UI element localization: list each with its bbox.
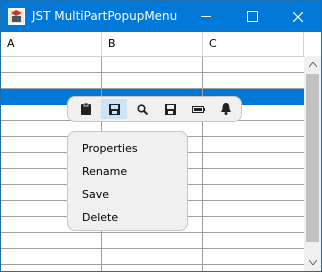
table-row[interactable] (1, 73, 304, 89)
bell-icon (221, 103, 231, 115)
clipboard-tool-button[interactable] (73, 99, 99, 119)
close-button[interactable] (275, 1, 321, 32)
table-row[interactable] (1, 233, 304, 249)
popup-toolbar (67, 96, 242, 122)
close-icon (293, 11, 303, 22)
battery-tool-button[interactable] (185, 99, 211, 119)
minimize-icon (201, 16, 211, 17)
java-app-icon (8, 8, 25, 25)
bell-tool-button[interactable] (213, 99, 239, 119)
menu-item-properties[interactable]: Properties (82, 142, 138, 155)
save-disk-icon (164, 103, 176, 115)
save-as-tool-button[interactable] (157, 99, 183, 119)
save-disk-icon (108, 103, 120, 115)
scroll-down-button[interactable] (304, 254, 321, 271)
title-bar[interactable]: JST MultiPartPopupMenu (1, 1, 321, 32)
column-header-a[interactable]: A (1, 32, 102, 56)
column-divider (202, 57, 203, 271)
table-row[interactable] (1, 57, 304, 73)
column-header-c[interactable]: C (203, 32, 304, 56)
search-icon (136, 103, 148, 115)
battery-icon (191, 105, 205, 113)
menu-item-delete[interactable]: Delete (82, 211, 118, 224)
maximize-icon (246, 11, 258, 22)
column-header-b[interactable]: B (102, 32, 203, 56)
menu-item-rename[interactable]: Rename (82, 165, 127, 178)
table-header: A B C (1, 32, 304, 57)
table-row[interactable] (1, 249, 304, 265)
chevron-down-icon (308, 260, 317, 265)
chevron-up-icon (308, 62, 317, 67)
popup-menu: Properties Rename Save Delete (67, 131, 188, 231)
vertical-scrollbar[interactable] (304, 56, 321, 271)
scroll-up-button[interactable] (304, 56, 321, 73)
save-tool-button[interactable] (101, 99, 127, 119)
table-row[interactable] (1, 265, 304, 271)
minimize-button[interactable] (183, 1, 229, 32)
menu-item-save[interactable]: Save (82, 188, 109, 201)
search-tool-button[interactable] (129, 99, 155, 119)
clipboard-icon (81, 103, 91, 115)
window-title: JST MultiPartPopupMenu (32, 9, 178, 23)
maximize-button[interactable] (229, 1, 275, 32)
scroll-thumb[interactable] (306, 74, 319, 242)
